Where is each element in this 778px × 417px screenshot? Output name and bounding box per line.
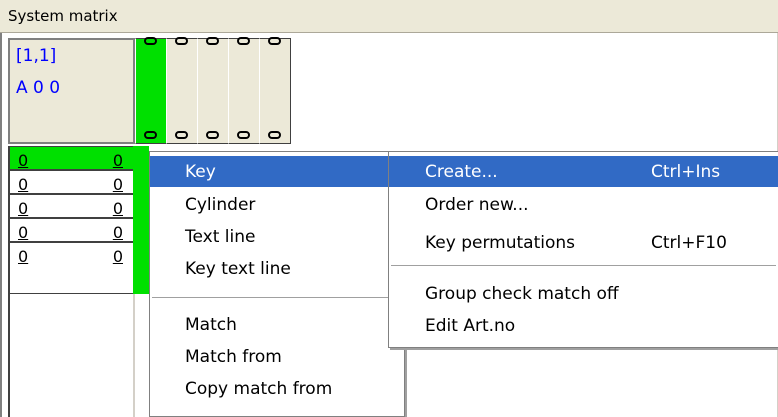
menu-item-key[interactable]: Key [150, 156, 404, 187]
menu-item-copy-match-from[interactable]: Copy match from [150, 373, 404, 404]
menu-item-create[interactable]: Create... Ctrl+Ins [389, 156, 778, 187]
key-icon [175, 131, 188, 139]
window-title-bar: System matrix [0, 0, 778, 33]
key-column-header[interactable] [166, 37, 198, 144]
key-column-header[interactable] [197, 37, 229, 144]
key-icon [175, 37, 188, 45]
key-icon [206, 37, 219, 45]
row-right-value: 0 [112, 151, 123, 170]
menu-item-match-from[interactable]: Match from [150, 341, 404, 372]
menu-item-group-check-match-off[interactable]: Group check match off [389, 278, 778, 309]
cylinder-row[interactable]: 0 0 [8, 218, 135, 243]
context-menu: Key Cylinder Text line Key text line Mat… [149, 151, 405, 417]
menu-item-match[interactable]: Match [150, 309, 404, 340]
window-title: System matrix [8, 7, 118, 25]
row-left-value: 0 [18, 175, 29, 194]
menu-item-edit-art-no[interactable]: Edit Art.no [389, 310, 778, 341]
matrix-match-cells[interactable] [133, 146, 149, 294]
key-submenu: Create... Ctrl+Ins Order new... Key perm… [388, 151, 778, 348]
row-right-value: 0 [112, 223, 123, 242]
key-column-header[interactable] [228, 37, 260, 144]
row-right-value: 0 [112, 247, 123, 266]
menu-item-text-line[interactable]: Text line [150, 221, 404, 252]
row-left-value: 0 [18, 151, 29, 170]
row-left-value: 0 [18, 247, 29, 266]
key-icon [268, 131, 281, 139]
menu-item-cylinder[interactable]: Cylinder [150, 189, 404, 220]
cell-code: A 0 0 [16, 78, 61, 98]
shortcut-label: Ctrl+F10 [651, 233, 727, 253]
row-right-value: 0 [112, 175, 123, 194]
cylinder-row[interactable]: 0 0 [8, 146, 135, 171]
key-column-header[interactable] [259, 37, 291, 144]
row-right-value: 0 [112, 199, 123, 218]
key-icon [268, 37, 281, 45]
key-icon [144, 37, 157, 45]
cylinder-row[interactable]: 0 0 [8, 194, 135, 219]
row-left-value: 0 [18, 199, 29, 218]
key-icon [237, 37, 250, 45]
menu-separator [391, 265, 776, 266]
matrix-corner-cell: [1,1] A 0 0 [8, 38, 135, 144]
shortcut-label: Ctrl+Ins [651, 162, 721, 182]
cylinder-row[interactable]: 0 0 [8, 170, 135, 195]
menu-item-key-text-line[interactable]: Key text line [150, 253, 404, 284]
cell-coordinate: [1,1] [16, 46, 57, 66]
key-icon [206, 131, 219, 139]
menu-separator [152, 297, 402, 298]
key-icon [237, 131, 250, 139]
matrix-left-column [8, 294, 135, 417]
cylinder-row[interactable]: 0 0 [8, 242, 135, 294]
menu-item-key-permutations[interactable]: Key permutations Ctrl+F10 [389, 227, 778, 258]
key-icon [144, 131, 157, 139]
menu-item-order-new[interactable]: Order new... [389, 189, 778, 220]
key-column-header[interactable] [135, 37, 167, 144]
row-left-value: 0 [18, 223, 29, 242]
